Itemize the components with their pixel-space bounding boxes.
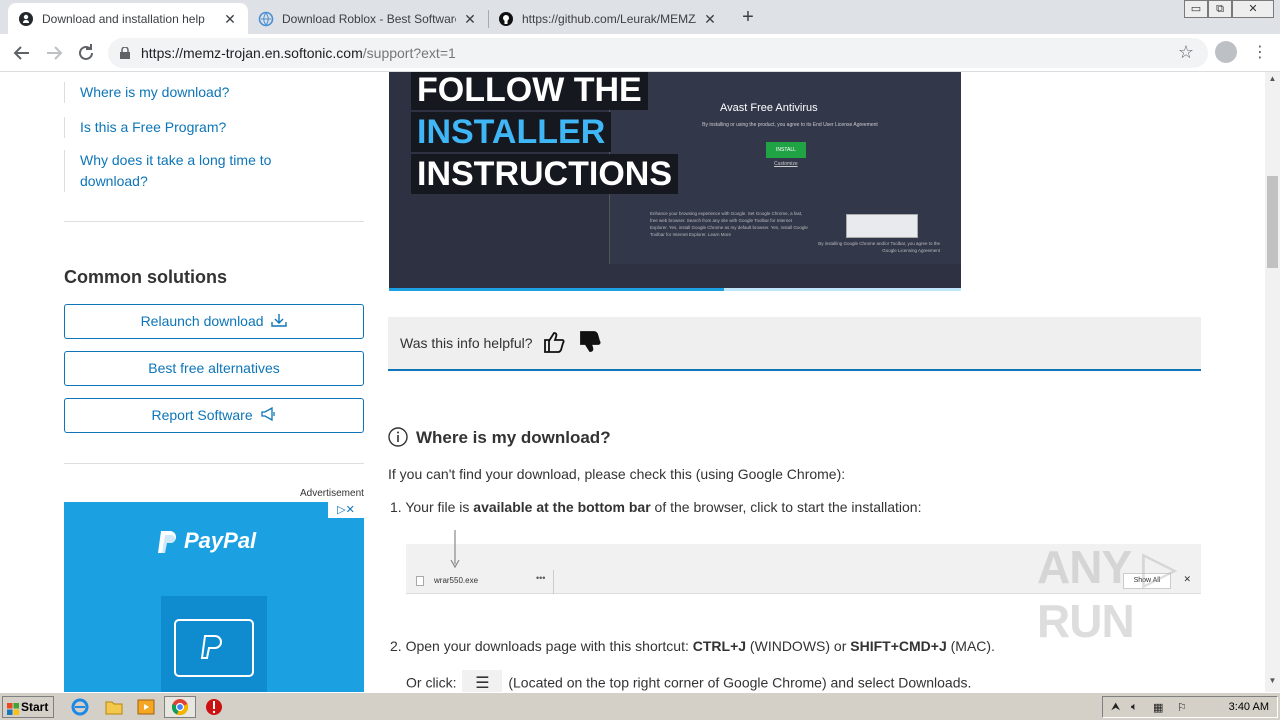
new-tab-button[interactable]: + — [738, 6, 758, 28]
common-solutions-heading: Common solutions — [64, 267, 227, 287]
scroll-down-icon[interactable]: ▼ — [1265, 676, 1280, 690]
close-icon[interactable]: ✕ — [462, 11, 478, 27]
slideshow-progress — [389, 288, 961, 291]
report-software-button[interactable]: Report Software — [64, 398, 364, 433]
minimize-button[interactable]: ▭ — [1184, 0, 1208, 18]
menu-kebab-icon[interactable]: ⋮ — [1252, 42, 1268, 62]
close-window-button[interactable]: ✕ — [1232, 0, 1274, 18]
folder-icon[interactable] — [104, 697, 124, 717]
hamburger-menu-icon: ☰ — [462, 670, 503, 692]
tab-download-roblox[interactable]: Download Roblox - Best Software & ✕ — [248, 3, 488, 34]
windows-taskbar: Start ⮝ 🔈︎ ▦ ⚐ 3:40 AM — [0, 692, 1280, 720]
hero-caption-line: INSTRUCTIONS — [411, 154, 678, 194]
file-icon — [416, 576, 424, 586]
progress-fill — [389, 288, 724, 291]
installer-instructions-image: Avast Free Antivirus By installing or us… — [389, 72, 961, 290]
tab-title: https://github.com/Leurak/MEMZ/ar — [522, 11, 696, 26]
sidebar-link-free-program[interactable]: Is this a Free Program? — [64, 117, 284, 138]
feedback-question: Was this info helpful? — [400, 335, 533, 351]
show-hidden-icons-icon[interactable]: ⮝ — [1111, 701, 1120, 714]
advertisement-label: Advertisement — [300, 488, 364, 499]
network-icon[interactable]: ▦ — [1153, 701, 1163, 714]
megaphone-icon — [260, 400, 277, 433]
internet-explorer-icon[interactable] — [70, 697, 90, 717]
divider — [64, 221, 364, 222]
address-bar[interactable]: https://memz-trojan.en.softonic.com/supp… — [108, 38, 1208, 68]
system-tray: ⮝ 🔈︎ ▦ ⚐ 3:40 AM — [1102, 696, 1278, 718]
section-title: Where is my download? — [416, 428, 611, 447]
close-icon[interactable]: ✕ — [702, 11, 718, 27]
tab-download-help[interactable]: Download and installation help ✕ — [8, 3, 248, 34]
laptop-illustration — [161, 596, 267, 692]
restore-button[interactable]: ⧉ — [1208, 0, 1232, 18]
flag-icon[interactable]: ⚐ — [1177, 701, 1187, 714]
windows-flag-icon — [7, 701, 19, 715]
back-icon[interactable] — [10, 41, 34, 65]
sidebar-link-where-download[interactable]: Where is my download? — [64, 82, 284, 103]
step-2: 2. Open your downloads page with this sh… — [390, 638, 995, 654]
github-icon — [498, 11, 514, 27]
softonic-icon — [18, 11, 34, 27]
stop-icon[interactable] — [204, 697, 224, 717]
url-text: https://memz-trojan.en.softonic.com/supp… — [141, 45, 456, 61]
adchoices-icon[interactable]: ▷✕ — [328, 502, 364, 518]
hero-caption-line: FOLLOW THE — [411, 72, 648, 110]
arrow-down-icon — [450, 530, 460, 570]
best-free-alternatives-button[interactable]: Best free alternatives — [64, 351, 364, 386]
browser-toolbar: https://memz-trojan.en.softonic.com/supp… — [0, 34, 1280, 72]
section-intro: If you can't find your download, please … — [388, 466, 846, 482]
chrome-taskbar-button[interactable] — [164, 696, 196, 718]
paypal-ad[interactable]: ▷✕ PayPal — [64, 502, 364, 692]
thumbs-down-icon[interactable] — [578, 329, 604, 355]
volume-icon[interactable]: 🔈︎ — [1131, 701, 1138, 714]
page-content: Where is my download? Is this a Free Pro… — [0, 72, 1265, 692]
relaunch-download-button[interactable]: Relaunch download — [64, 304, 364, 339]
anyrun-watermark: ANY ▷ RUN — [1037, 541, 1177, 647]
tab-github-memz[interactable]: https://github.com/Leurak/MEMZ/ar ✕ — [488, 3, 728, 34]
scroll-up-icon[interactable]: ▲ — [1265, 74, 1280, 88]
feedback-box: Was this info helpful? — [388, 317, 1201, 371]
paypal-logo: PayPal — [156, 528, 256, 555]
scrollbar-thumb[interactable] — [1267, 176, 1278, 268]
close-icon[interactable]: ✕ — [222, 11, 238, 27]
hero-caption-line: INSTALLER — [411, 112, 612, 152]
page-scrollbar[interactable]: ▲ ▼ — [1265, 72, 1280, 692]
download-icon — [271, 306, 288, 339]
tab-strip: Download and installation help ✕ Downloa… — [0, 0, 1280, 34]
clock: 3:40 AM — [1228, 701, 1269, 713]
media-player-icon[interactable] — [136, 697, 156, 717]
start-button[interactable]: Start — [2, 696, 54, 718]
reload-icon[interactable] — [74, 41, 98, 65]
browser-thumbnail — [846, 214, 918, 238]
forward-icon[interactable] — [42, 41, 66, 65]
info-icon — [388, 427, 408, 447]
step-2-alt: Or click: ☰ (Located on the top right co… — [406, 670, 971, 692]
download-item: wrar550.exe ••• — [406, 570, 554, 594]
tab-title: Download Roblox - Best Software & — [282, 11, 456, 26]
divider — [64, 463, 364, 464]
bookmark-star-icon[interactable]: ☆ — [1178, 42, 1194, 63]
softonic-globe-icon — [258, 11, 274, 27]
profile-avatar-icon[interactable] — [1215, 41, 1237, 63]
tab-title: Download and installation help — [42, 11, 205, 26]
thumbs-up-icon[interactable] — [542, 329, 568, 355]
step-1: 1. Your file is available at the bottom … — [390, 499, 922, 515]
lock-icon — [120, 46, 130, 59]
sidebar-link-long-time[interactable]: Why does it take a long time to download… — [64, 150, 284, 192]
